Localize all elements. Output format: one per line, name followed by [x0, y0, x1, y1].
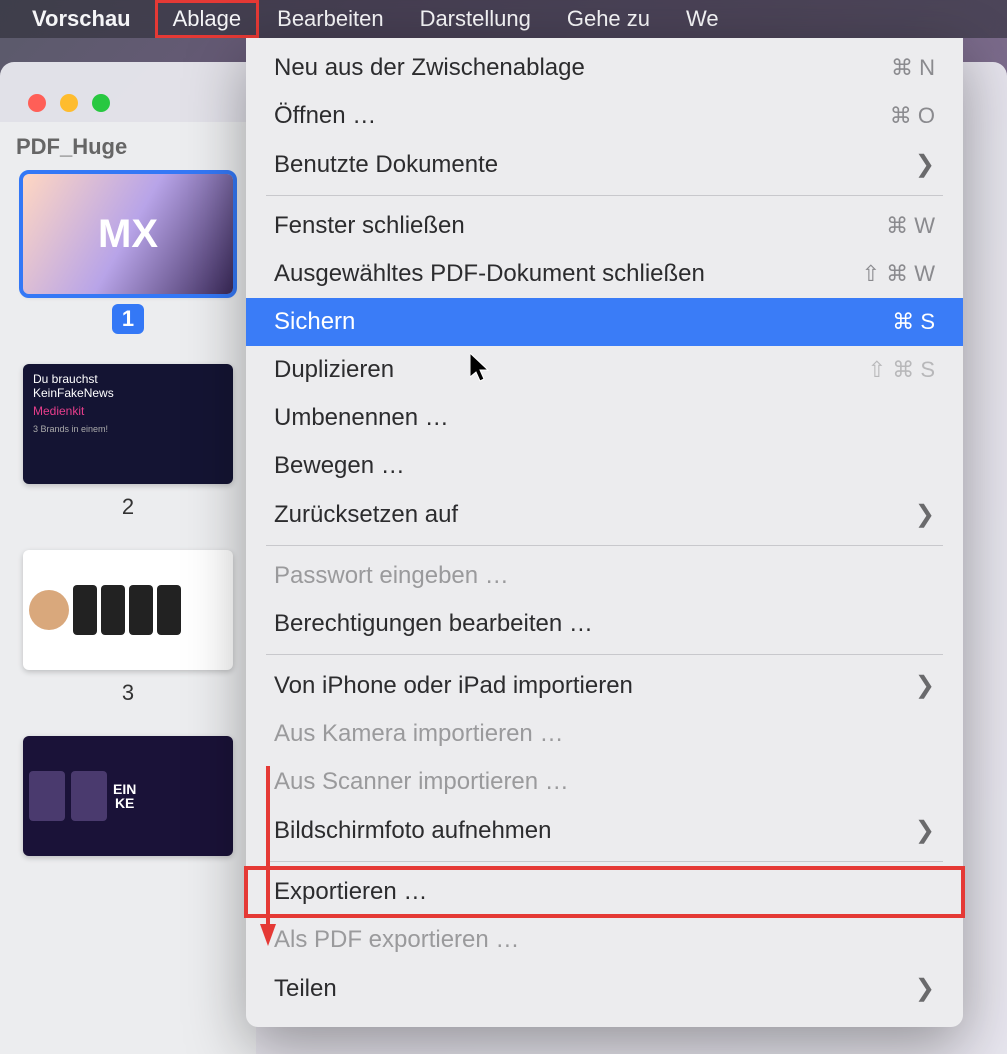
menu-item-label: Öffnen …: [274, 102, 376, 130]
thumb-avatar-icon: [29, 590, 69, 630]
thumb-logo-text: KE: [113, 796, 136, 810]
chevron-right-icon: ❯: [915, 150, 935, 179]
thumb-image-icon: [71, 771, 107, 821]
chevron-right-icon: ❯: [915, 816, 935, 845]
thumb-line: 3 Brands in einem!: [33, 424, 223, 434]
chevron-right-icon: ❯: [915, 671, 935, 700]
thumb-line: Du brauchst: [33, 372, 223, 386]
document-title: PDF_Huge: [16, 134, 240, 160]
menu-item[interactable]: Fenster schließen ⌘ W: [246, 202, 963, 250]
chevron-right-icon: ❯: [915, 974, 935, 1003]
menu-separator: [266, 545, 943, 546]
traffic-lights: [28, 94, 110, 112]
menu-separator: [266, 654, 943, 655]
menu-bearbeiten[interactable]: Bearbeiten: [259, 0, 401, 38]
menu-item-label: Ausgewähltes PDF-Dokument schließen: [274, 260, 705, 288]
page-number: 2: [122, 494, 134, 519]
chevron-right-icon: ❯: [915, 500, 935, 529]
thumb-device-icon: [129, 585, 153, 635]
menu-item-label: Teilen: [274, 975, 337, 1003]
menu-item-label: Von iPhone oder iPad importieren: [274, 672, 633, 700]
thumb-device-icon: [73, 585, 97, 635]
menu-truncated[interactable]: We: [668, 0, 737, 38]
menu-gehe-zu[interactable]: Gehe zu: [549, 0, 668, 38]
thumb-device-icon: [101, 585, 125, 635]
zoom-window-button[interactable]: [92, 94, 110, 112]
menu-item-label: Sichern: [274, 308, 355, 336]
thumbnail-image[interactable]: Du brauchst KeinFakeNews Medienkit 3 Bra…: [23, 364, 233, 484]
thumb-text: MX: [98, 212, 158, 257]
thumb-line: KeinFakeNews: [33, 386, 223, 400]
menu-shortcut: ⌘ N: [891, 55, 935, 81]
menu-item-label: Zurücksetzen auf: [274, 501, 458, 529]
menu-item-label: Umbenennen …: [274, 404, 449, 432]
page-number: 1: [112, 304, 144, 334]
thumbnail-image[interactable]: [23, 550, 233, 670]
menu-item[interactable]: Benutzte Dokumente ❯: [246, 140, 963, 189]
menu-item: Aus Kamera importieren …: [246, 710, 963, 758]
menu-item-label: Passwort eingeben …: [274, 562, 509, 590]
menu-item[interactable]: Umbenennen …: [246, 394, 963, 442]
menubar: Vorschau Ablage Bearbeiten Darstellung G…: [0, 0, 1007, 38]
menu-item[interactable]: Zurücksetzen auf ❯: [246, 490, 963, 539]
menu-item[interactable]: Teilen ❯: [246, 964, 963, 1013]
menu-item-label: Aus Scanner importieren …: [274, 768, 569, 796]
menu-item[interactable]: Ausgewähltes PDF-Dokument schließen ⇧ ⌘ W: [246, 250, 963, 298]
menu-item[interactable]: Bewegen …: [246, 442, 963, 490]
page-thumb-4[interactable]: EIN KE: [16, 736, 240, 856]
menu-item: Aus Scanner importieren …: [246, 758, 963, 806]
menu-item[interactable]: Öffnen … ⌘ O: [246, 92, 963, 140]
thumb-device-icon: [157, 585, 181, 635]
minimize-window-button[interactable]: [60, 94, 78, 112]
menu-shortcut: ⇧ ⌘ S: [868, 357, 935, 383]
app-name[interactable]: Vorschau: [32, 6, 155, 32]
menu-item[interactable]: Berechtigungen bearbeiten …: [246, 600, 963, 648]
menu-item-label: Aus Kamera importieren …: [274, 720, 563, 748]
menu-separator: [266, 861, 943, 862]
thumb-image-icon: [29, 771, 65, 821]
menu-item[interactable]: Bildschirmfoto aufnehmen ❯: [246, 806, 963, 855]
menu-item-label: Als PDF exportieren …: [274, 926, 519, 954]
menu-item-label: Duplizieren: [274, 356, 394, 384]
page-number: 3: [122, 680, 134, 705]
menu-shortcut: ⇧ ⌘ W: [862, 261, 935, 287]
menu-item[interactable]: Sichern ⌘ S: [246, 298, 963, 346]
page-thumb-2[interactable]: Du brauchst KeinFakeNews Medienkit 3 Bra…: [16, 364, 240, 520]
menu-item[interactable]: Duplizieren ⇧ ⌘ S: [246, 346, 963, 394]
thumbnails-sidebar: PDF_Huge MX 1 Du brauchst KeinFakeNews M…: [0, 122, 256, 1054]
menu-item-label: Neu aus der Zwischenablage: [274, 54, 585, 82]
menu-item-label: Bewegen …: [274, 452, 405, 480]
thumb-logo-text: EIN: [113, 782, 136, 796]
menu-item-label: Berechtigungen bearbeiten …: [274, 610, 593, 638]
menu-shortcut: ⌘ S: [892, 309, 935, 335]
menu-separator: [266, 195, 943, 196]
menu-item-label: Benutzte Dokumente: [274, 151, 498, 179]
page-thumb-1[interactable]: MX 1: [16, 174, 240, 334]
menu-shortcut: ⌘ O: [890, 103, 935, 129]
menu-darstellung[interactable]: Darstellung: [402, 0, 549, 38]
menu-item[interactable]: Von iPhone oder iPad importieren ❯: [246, 661, 963, 710]
close-window-button[interactable]: [28, 94, 46, 112]
menu-item-label: Bildschirmfoto aufnehmen: [274, 817, 551, 845]
menu-item[interactable]: Neu aus der Zwischenablage ⌘ N: [246, 44, 963, 92]
menu-item-label: Fenster schließen: [274, 212, 465, 240]
menu-item[interactable]: Exportieren …: [246, 868, 963, 916]
menu-item: Passwort eingeben …: [246, 552, 963, 600]
thumbnail-image[interactable]: MX: [23, 174, 233, 294]
menu-ablage[interactable]: Ablage: [155, 0, 260, 38]
thumbnail-image[interactable]: EIN KE: [23, 736, 233, 856]
page-thumb-3[interactable]: 3: [16, 550, 240, 706]
menu-item: Als PDF exportieren …: [246, 916, 963, 964]
thumb-line: Medienkit: [33, 404, 223, 418]
ablage-dropdown-menu[interactable]: Neu aus der Zwischenablage ⌘ N Öffnen … ⌘ O…: [246, 38, 963, 1027]
menu-shortcut: ⌘ W: [886, 213, 935, 239]
menu-item-label: Exportieren …: [274, 878, 427, 906]
